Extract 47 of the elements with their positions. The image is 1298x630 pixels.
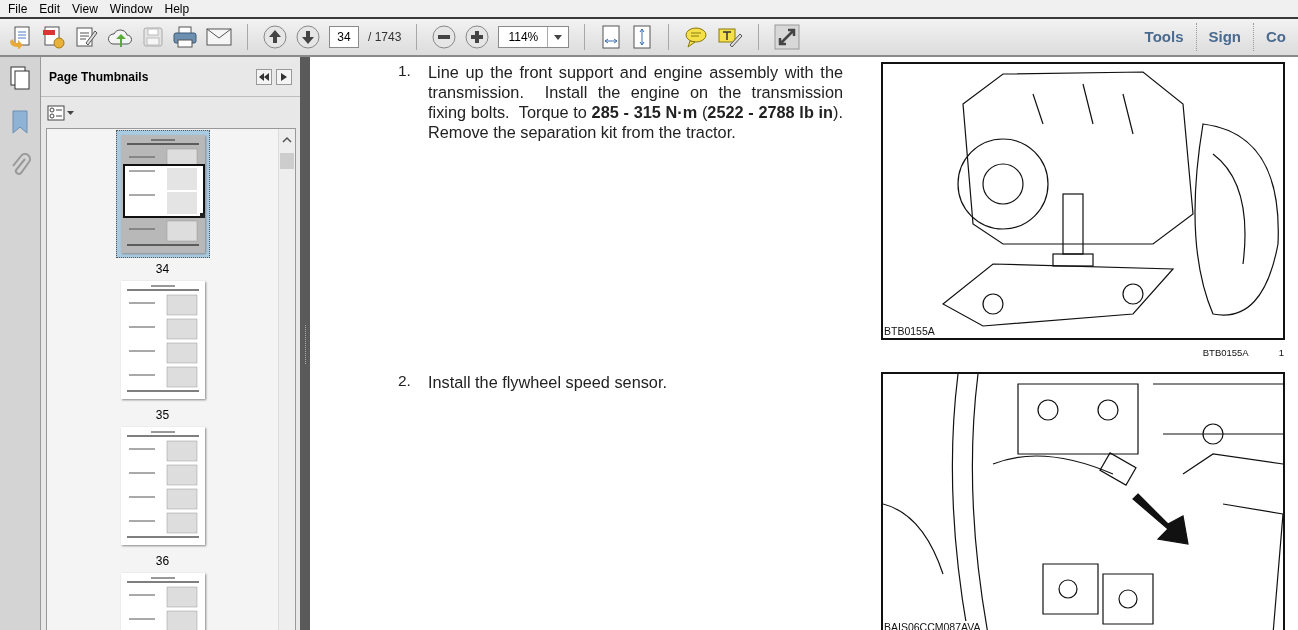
file-gear-icon[interactable] (41, 25, 65, 49)
expand-button[interactable] (276, 68, 292, 85)
pages-icon[interactable] (9, 65, 31, 91)
fit-page-icon[interactable] (631, 25, 654, 49)
menu-item[interactable]: Edit (33, 1, 67, 16)
step-number: 1. (398, 62, 412, 81)
zoom-out-icon[interactable] (432, 25, 457, 49)
menu-item[interactable]: View (66, 1, 104, 16)
scroll-thumb[interactable] (280, 153, 294, 169)
file-arrow-icon[interactable] (8, 25, 32, 49)
scroll-up-icon[interactable] (282, 135, 292, 145)
options-icon[interactable] (47, 104, 75, 121)
menu-item[interactable]: Window (103, 1, 159, 16)
page-label: 34 (155, 262, 170, 276)
step-text: Install the flywheel speed sensor. (428, 372, 668, 393)
toolbar-link[interactable]: Tools (1132, 23, 1196, 51)
comment-icon[interactable] (684, 26, 709, 48)
edit-page-icon[interactable] (74, 25, 98, 49)
panel-title: Page Thumbnails (49, 69, 150, 84)
figure-caption: BTB0155A (1202, 347, 1249, 358)
page-number-field[interactable]: 34 (329, 26, 359, 48)
page-thumbnail[interactable] (120, 427, 205, 545)
email-icon[interactable] (206, 27, 232, 47)
print-icon[interactable] (173, 26, 197, 48)
zoom-in-icon[interactable] (465, 25, 490, 49)
figure-number: 1 (1278, 347, 1284, 358)
grip-icon[interactable] (303, 324, 307, 365)
fullscreen-icon[interactable] (774, 24, 801, 50)
toolbar-link[interactable]: Sign (1195, 23, 1253, 51)
fit-width-icon[interactable] (600, 25, 623, 49)
page-count: / 1743 (368, 30, 402, 44)
figure-label: BTB0155A (884, 325, 937, 337)
text-pen-icon[interactable] (717, 26, 744, 48)
zoom-dropdown[interactable]: 114% (498, 26, 570, 48)
step-number: 2. (398, 372, 412, 391)
right-arrow-icon (281, 72, 287, 81)
scrollbar[interactable] (278, 129, 295, 630)
caret-icon (554, 34, 563, 40)
toolbar-link[interactable]: Co (1253, 23, 1298, 51)
page-thumbnail[interactable] (120, 281, 205, 399)
double-left-arrow-icon (259, 72, 269, 81)
step-text: Line up the front support and engine assembly with the transmission. Install the engine on the transmission fixing bolts. Torque to 285 - 315 N·m (2522 - 2788 lb in). Remove the separation kit from the tractor. (428, 62, 843, 143)
page-label: 35 (155, 408, 170, 422)
page-label: 36 (155, 554, 170, 568)
menu-item[interactable]: File (2, 1, 34, 16)
menu-item[interactable]: Help (158, 1, 196, 16)
collapse-button[interactable] (256, 68, 272, 85)
